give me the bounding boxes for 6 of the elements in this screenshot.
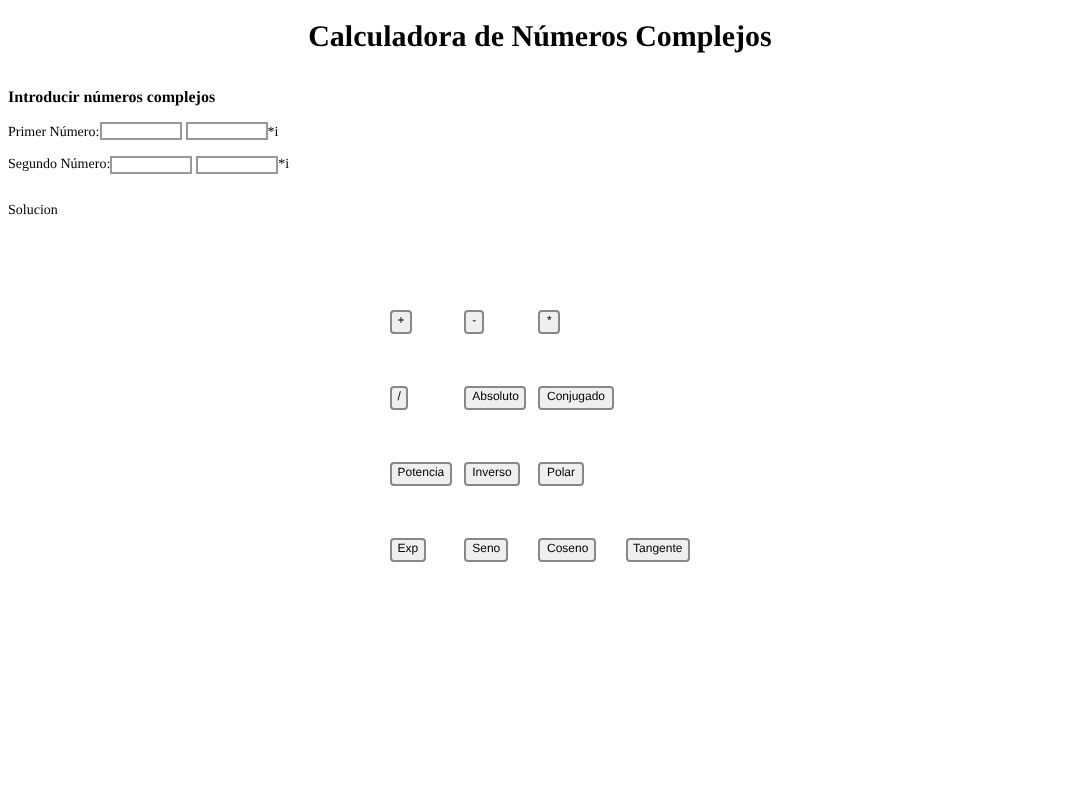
imaginary-part-input[interactable] — [196, 155, 279, 174]
imaginary-part-input[interactable] — [185, 122, 268, 141]
page-title: Calculadora de Números Complejos — [308, 20, 772, 58]
real-part-input[interactable] — [99, 122, 182, 141]
section-heading: Introducir números complejos — [8, 85, 216, 109]
real-part-input[interactable] — [110, 155, 193, 174]
